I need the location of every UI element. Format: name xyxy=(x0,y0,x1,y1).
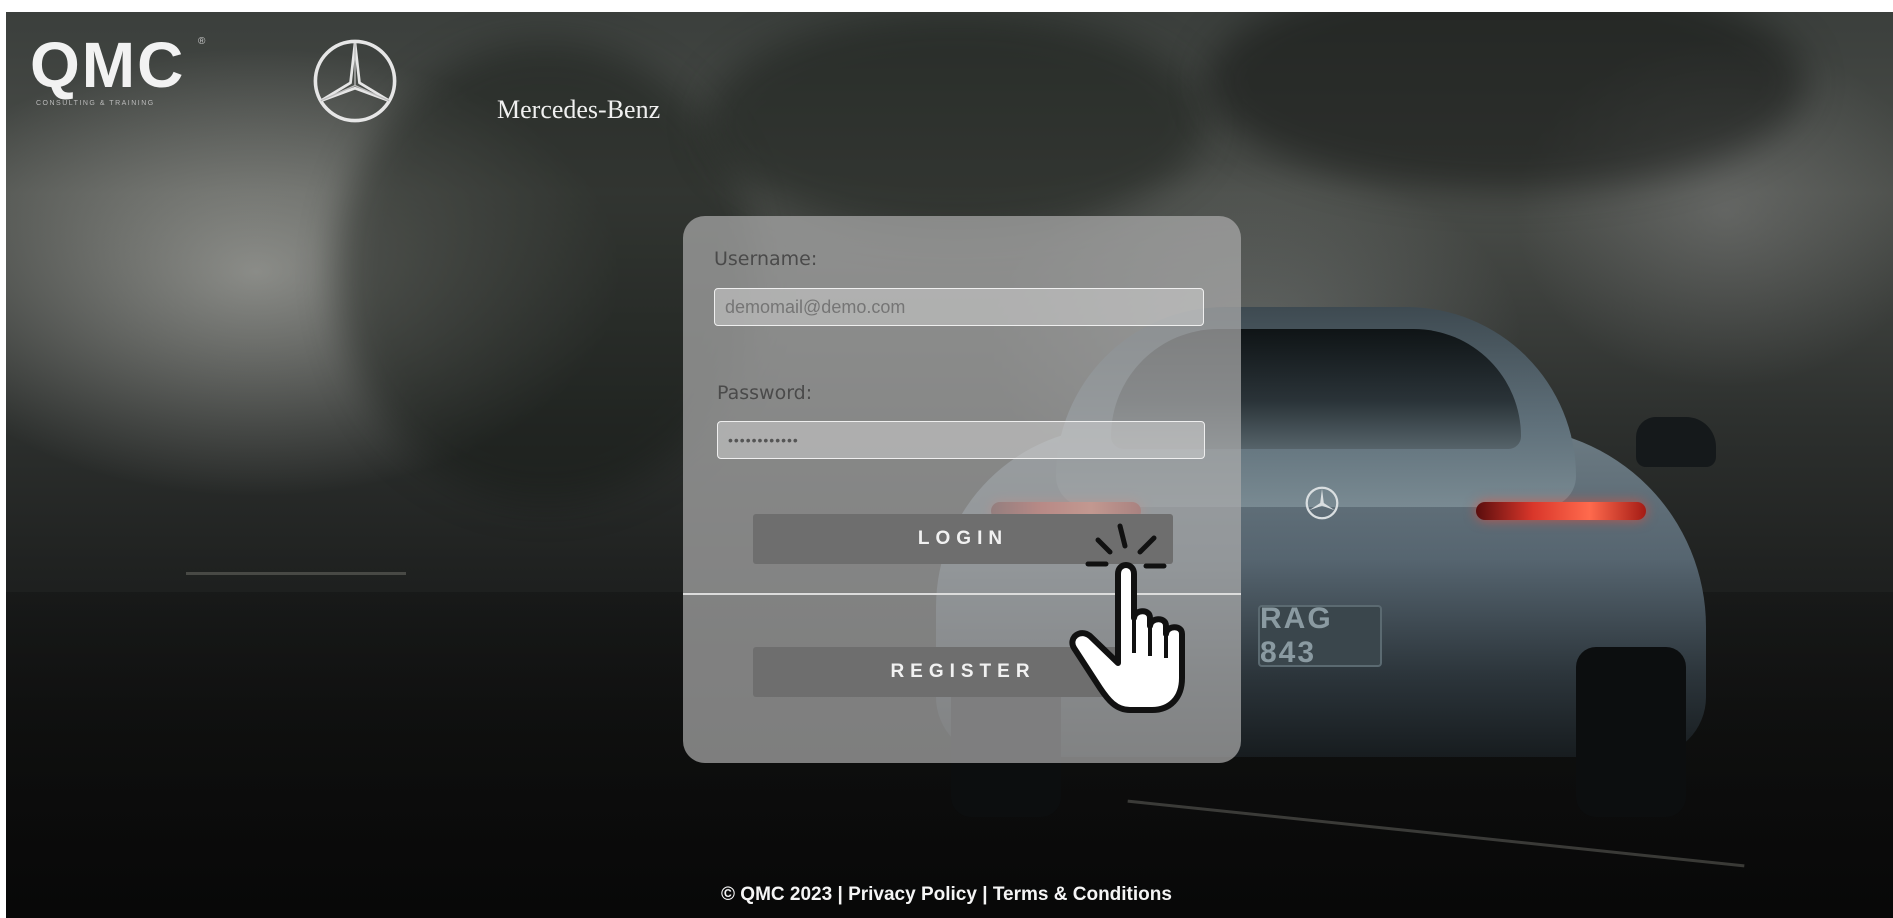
car-mirror xyxy=(1636,417,1716,467)
mercedes-benz-wordmark: Mercedes-Benz xyxy=(497,95,661,124)
footer-separator: | xyxy=(837,884,843,905)
tree-shadow xyxy=(706,12,1206,232)
footer: © QMC 2023 | Privacy Policy | Terms & Co… xyxy=(0,884,1893,906)
username-input[interactable] xyxy=(714,288,1204,326)
registered-mark: ® xyxy=(198,36,206,47)
qmc-logo-text: QMC xyxy=(30,29,186,101)
car-star-badge-icon xyxy=(1305,486,1339,520)
pointing-hand-click-icon xyxy=(1069,523,1185,713)
tree-shadow xyxy=(1206,12,1806,192)
copyright-text: © QMC 2023 xyxy=(721,884,833,905)
road-marking xyxy=(186,572,406,575)
taillight-right xyxy=(1476,502,1646,520)
three-pointed-star-icon xyxy=(313,39,397,123)
terms-conditions-link[interactable]: Terms & Conditions xyxy=(993,884,1172,905)
username-label: Username: xyxy=(714,248,818,270)
tire-right xyxy=(1576,647,1686,817)
qmc-tagline: CONSULTING & TRAINING xyxy=(36,100,155,107)
password-input[interactable]: •••••••••••• xyxy=(717,421,1205,459)
qmc-logo: QMC ® CONSULTING & TRAINING xyxy=(30,29,205,107)
footer-separator: | xyxy=(982,884,988,905)
license-plate: RAG 843 xyxy=(1258,602,1382,669)
privacy-policy-link[interactable]: Privacy Policy xyxy=(848,884,977,905)
password-label: Password: xyxy=(717,382,813,404)
